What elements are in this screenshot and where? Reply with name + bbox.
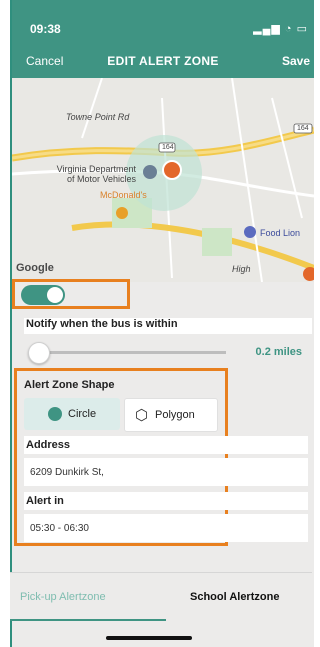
map-label-foodlion: Food Lion: [260, 228, 301, 238]
status-time: 09:38: [30, 22, 61, 36]
polygon-icon: ⬡: [135, 407, 149, 424]
address-label-row: Address: [24, 436, 308, 454]
header-bar: 09:38 ▂▄▆ ◔ ▭ Cancel EDIT ALERT ZONE Sav…: [12, 0, 314, 78]
polygon-option-label: Polygon: [155, 409, 195, 421]
distance-value: 0.2 miles: [255, 346, 302, 358]
page-title: EDIT ALERT ZONE: [107, 54, 219, 68]
alert-in-label: Alert in: [26, 495, 64, 507]
alert-in-label-row: Alert in: [24, 492, 308, 510]
distance-slider-track[interactable]: [36, 351, 226, 354]
notify-label: Notify when the bus is within: [24, 318, 312, 334]
circle-radio-icon: [48, 407, 62, 421]
google-attribution: Google: [16, 262, 54, 274]
map-view[interactable]: Towne Point Rd 164 164 Virginia Departme…: [12, 78, 314, 282]
alert-in-field[interactable]: 05:30 - 06:30: [24, 514, 308, 542]
distance-slider-knob[interactable]: [28, 342, 50, 364]
save-button[interactable]: Save: [282, 54, 310, 68]
address-value: 6209 Dunkirk St,: [30, 467, 104, 478]
map-label-dmv: Virginia Department of Motor Vehicles: [56, 164, 136, 184]
circle-option-button[interactable]: Circle: [24, 398, 120, 430]
home-indicator: [106, 636, 192, 640]
alert-toggle[interactable]: [21, 285, 65, 305]
tab-bar: Pick-up Alertzone School Alertzone: [10, 572, 312, 621]
map-label-hwy: 164: [162, 144, 174, 151]
tab-school-alertzone[interactable]: School Alertzone: [190, 591, 279, 603]
shape-label: Alert Zone Shape: [24, 379, 115, 391]
map-label-mcdonalds: McDonald's: [100, 190, 147, 200]
alert-in-value: 05:30 - 06:30: [30, 523, 89, 534]
status-icons: ▂▄▆ ◔ ▭: [253, 23, 308, 35]
toggle-highlight: [12, 279, 130, 309]
toggle-knob: [47, 287, 63, 303]
address-label: Address: [26, 439, 71, 451]
map-label-highway: High: [232, 264, 251, 274]
address-field[interactable]: 6209 Dunkirk St,: [24, 458, 308, 486]
polygon-option-button[interactable]: ⬡ Polygon: [124, 398, 218, 432]
active-tab-indicator: [10, 619, 166, 621]
map-label-street: Towne Point Rd: [66, 112, 130, 122]
tab-pickup-alertzone[interactable]: Pick-up Alertzone: [20, 591, 106, 603]
circle-option-label: Circle: [68, 408, 97, 420]
map-label-hwy-b: 164: [297, 125, 309, 132]
